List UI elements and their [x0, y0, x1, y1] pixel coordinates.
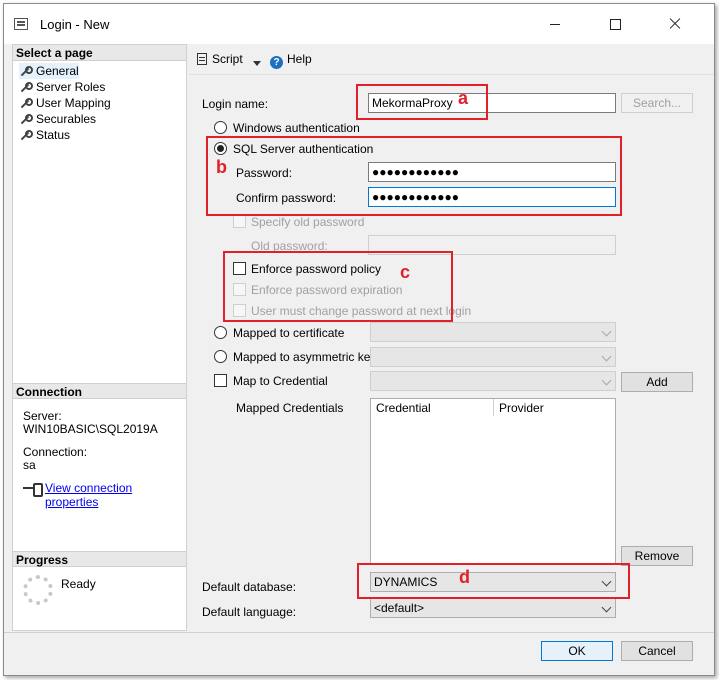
connection-header: Connection: [13, 383, 186, 399]
specify-old-password-checkbox[interactable]: [233, 215, 246, 228]
certificate-select[interactable]: [370, 322, 616, 342]
callout-box-a: [356, 84, 488, 120]
page-user-mapping[interactable]: User Mapping: [19, 95, 111, 111]
progress-header: Progress: [13, 551, 186, 567]
server-value: WIN10BASIC\SQL2019A: [23, 422, 158, 436]
windows-auth-label: Windows authentication: [233, 121, 360, 135]
wrench-icon: [19, 97, 33, 109]
left-pane: Select a page General Server Roles User …: [12, 44, 187, 631]
callout-label-c: c: [400, 262, 411, 282]
ok-button[interactable]: OK: [541, 641, 613, 661]
mapped-credentials-grid[interactable]: Credential Provider: [370, 398, 616, 564]
remove-credential-button[interactable]: Remove: [621, 546, 693, 566]
progress-status: Ready: [61, 577, 96, 591]
maximize-button[interactable]: [592, 4, 638, 44]
chevron-down-icon: [601, 326, 612, 337]
default-language-select[interactable]: <default>: [370, 598, 616, 618]
add-credential-button[interactable]: Add: [621, 372, 693, 392]
grid-header-provider[interactable]: Provider: [499, 401, 544, 415]
page-status[interactable]: Status: [19, 127, 70, 143]
wrench-icon: [19, 81, 33, 93]
mapped-asymmetric-key-radio[interactable]: [214, 350, 227, 363]
default-language-label: Default language:: [202, 605, 297, 619]
title-bar: Login - New: [4, 4, 714, 44]
callout-box-b: [206, 136, 622, 216]
server-label: Server:: [23, 409, 62, 423]
close-button[interactable]: [652, 4, 698, 44]
help-icon: ?: [270, 56, 283, 69]
asymmetric-key-select[interactable]: [370, 347, 616, 367]
grid-header-credential[interactable]: Credential: [376, 401, 431, 415]
toolbar-separator: [189, 74, 714, 75]
chevron-down-icon: [601, 351, 612, 362]
credential-select[interactable]: [370, 371, 616, 391]
callout-label-d: d: [459, 567, 470, 587]
default-database-label: Default database:: [202, 580, 297, 594]
map-credential-label: Map to Credential: [233, 374, 328, 388]
wrench-icon: [19, 113, 33, 125]
minimize-button[interactable]: [532, 4, 578, 44]
toolbar: Script ? Help: [194, 44, 714, 74]
wrench-icon: [19, 65, 33, 77]
callout-label-a: a: [458, 88, 469, 108]
callout-box-c: [223, 251, 453, 322]
page-securables[interactable]: Securables: [19, 111, 96, 127]
script-button[interactable]: Script: [197, 52, 243, 66]
script-dropdown-icon[interactable]: [253, 57, 261, 71]
window-title: Login - New: [40, 17, 110, 32]
mapped-certificate-radio[interactable]: [214, 326, 227, 339]
callout-box-d: [357, 563, 630, 599]
mapped-certificate-label: Mapped to certificate: [233, 326, 345, 340]
chevron-down-icon: [601, 602, 612, 613]
callout-label-b: b: [216, 157, 227, 177]
windows-auth-radio[interactable]: [214, 121, 227, 134]
login-name-label: Login name:: [202, 97, 269, 111]
footer-separator: [4, 632, 714, 633]
page-general[interactable]: General: [19, 63, 79, 79]
connection-label: Connection:: [23, 445, 88, 459]
map-credential-checkbox[interactable]: [214, 374, 227, 387]
chevron-down-icon: [601, 375, 612, 386]
select-page-header: Select a page: [13, 45, 186, 61]
mapped-asymmetric-key-label: Mapped to asymmetric key: [233, 350, 377, 364]
page-server-roles[interactable]: Server Roles: [19, 79, 105, 95]
script-icon: [197, 53, 207, 65]
login-dialog: Login - New Select a page General Server…: [3, 3, 715, 676]
connection-value: sa: [23, 458, 36, 472]
plug-icon: [23, 482, 43, 497]
progress-spinner-icon: [23, 575, 53, 605]
view-connection-properties-link[interactable]: View connection properties: [45, 481, 186, 509]
specify-old-password-label: Specify old password: [251, 215, 365, 229]
help-button[interactable]: ? Help: [270, 52, 312, 69]
mapped-credentials-label: Mapped Credentials: [236, 401, 344, 415]
window-icon: [14, 18, 28, 30]
search-button[interactable]: Search...: [621, 93, 693, 113]
wrench-icon: [19, 129, 33, 141]
cancel-button[interactable]: Cancel: [621, 641, 693, 661]
